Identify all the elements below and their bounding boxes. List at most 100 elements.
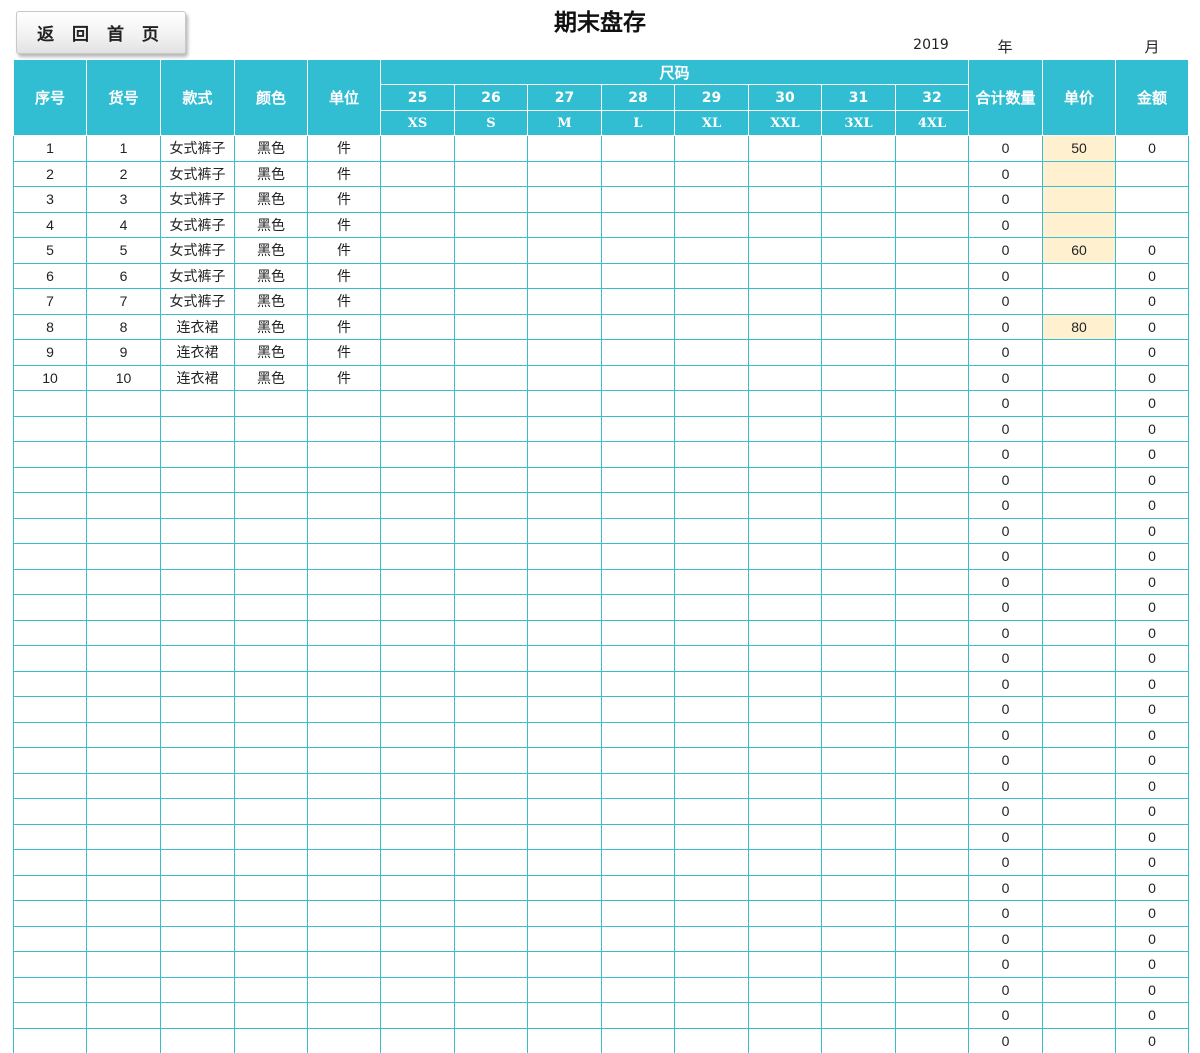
size-qty-cell[interactable]: [748, 823, 822, 850]
total-qty-cell[interactable]: 0: [968, 237, 1043, 264]
unit-price-cell[interactable]: [1042, 594, 1116, 621]
item-no-cell[interactable]: [86, 441, 161, 468]
color-cell[interactable]: 黑色: [234, 186, 308, 213]
unit-price-cell[interactable]: [1042, 951, 1116, 978]
size-qty-cell[interactable]: [454, 466, 528, 493]
size-qty-cell[interactable]: [454, 976, 528, 1003]
style-cell[interactable]: 女式裤子: [160, 135, 235, 162]
color-cell[interactable]: [234, 466, 308, 493]
size-qty-cell[interactable]: [380, 160, 455, 187]
amount-cell[interactable]: 0: [1115, 441, 1189, 468]
unit-cell[interactable]: [307, 543, 381, 570]
color-cell[interactable]: [234, 976, 308, 1003]
unit-price-cell[interactable]: [1042, 925, 1116, 952]
item-no-cell[interactable]: [86, 390, 161, 417]
amount-cell[interactable]: [1115, 211, 1189, 238]
size-qty-cell[interactable]: [895, 288, 969, 315]
size-qty-cell[interactable]: [527, 160, 602, 187]
seq-cell[interactable]: [13, 747, 87, 774]
size-qty-cell[interactable]: [821, 849, 896, 876]
size-qty-cell[interactable]: [895, 1027, 969, 1053]
color-cell[interactable]: [234, 1002, 308, 1029]
unit-cell[interactable]: [307, 1027, 381, 1053]
color-cell[interactable]: [234, 849, 308, 876]
size-qty-cell[interactable]: [674, 721, 749, 748]
color-cell[interactable]: [234, 543, 308, 570]
unit-cell[interactable]: 件: [307, 186, 381, 213]
amount-cell[interactable]: 0: [1115, 339, 1189, 366]
size-qty-cell[interactable]: [527, 466, 602, 493]
size-qty-cell[interactable]: [895, 492, 969, 519]
total-qty-cell[interactable]: 0: [968, 364, 1043, 391]
color-cell[interactable]: [234, 772, 308, 799]
seq-cell[interactable]: [13, 900, 87, 927]
unit-price-cell[interactable]: 50: [1042, 135, 1116, 162]
unit-price-cell[interactable]: [1042, 492, 1116, 519]
total-qty-cell[interactable]: 0: [968, 568, 1043, 595]
seq-cell[interactable]: 2: [13, 160, 87, 187]
unit-price-cell[interactable]: [1042, 900, 1116, 927]
size-qty-cell[interactable]: [674, 951, 749, 978]
total-qty-cell[interactable]: 0: [968, 925, 1043, 952]
size-qty-cell[interactable]: [821, 288, 896, 315]
style-cell[interactable]: 女式裤子: [160, 262, 235, 289]
style-cell[interactable]: [160, 390, 235, 417]
unit-cell[interactable]: [307, 670, 381, 697]
size-qty-cell[interactable]: [601, 900, 675, 927]
color-cell[interactable]: 黑色: [234, 160, 308, 187]
seq-cell[interactable]: [13, 568, 87, 595]
total-qty-cell[interactable]: 0: [968, 390, 1043, 417]
total-qty-cell[interactable]: 0: [968, 313, 1043, 340]
size-qty-cell[interactable]: [674, 798, 749, 825]
item-no-cell[interactable]: [86, 1027, 161, 1053]
unit-price-cell[interactable]: [1042, 415, 1116, 442]
size-qty-cell[interactable]: [895, 211, 969, 238]
size-qty-cell[interactable]: [454, 874, 528, 901]
seq-cell[interactable]: [13, 415, 87, 442]
size-qty-cell[interactable]: [821, 1027, 896, 1053]
unit-cell[interactable]: [307, 721, 381, 748]
size-qty-cell[interactable]: [454, 390, 528, 417]
unit-cell[interactable]: 件: [307, 364, 381, 391]
item-no-cell[interactable]: 7: [86, 288, 161, 315]
size-qty-cell[interactable]: [895, 262, 969, 289]
amount-cell[interactable]: 0: [1115, 390, 1189, 417]
size-qty-cell[interactable]: [895, 186, 969, 213]
unit-cell[interactable]: 件: [307, 237, 381, 264]
amount-cell[interactable]: 0: [1115, 619, 1189, 646]
total-qty-cell[interactable]: 0: [968, 721, 1043, 748]
size-qty-cell[interactable]: [527, 517, 602, 544]
seq-cell[interactable]: [13, 1002, 87, 1029]
color-cell[interactable]: [234, 492, 308, 519]
total-qty-cell[interactable]: 0: [968, 619, 1043, 646]
color-cell[interactable]: 黑色: [234, 211, 308, 238]
total-qty-cell[interactable]: 0: [968, 798, 1043, 825]
size-qty-cell[interactable]: [380, 900, 455, 927]
size-qty-cell[interactable]: [748, 492, 822, 519]
unit-cell[interactable]: [307, 441, 381, 468]
item-no-cell[interactable]: 2: [86, 160, 161, 187]
amount-cell[interactable]: 0: [1115, 849, 1189, 876]
item-no-cell[interactable]: [86, 721, 161, 748]
unit-price-cell[interactable]: [1042, 721, 1116, 748]
size-qty-cell[interactable]: [601, 568, 675, 595]
total-qty-cell[interactable]: 0: [968, 415, 1043, 442]
size-qty-cell[interactable]: [748, 874, 822, 901]
amount-cell[interactable]: 0: [1115, 874, 1189, 901]
size-qty-cell[interactable]: [821, 160, 896, 187]
size-qty-cell[interactable]: [380, 288, 455, 315]
size-qty-cell[interactable]: [454, 747, 528, 774]
size-qty-cell[interactable]: [601, 619, 675, 646]
color-cell[interactable]: [234, 415, 308, 442]
unit-cell[interactable]: [307, 976, 381, 1003]
size-qty-cell[interactable]: [380, 237, 455, 264]
size-qty-cell[interactable]: [527, 568, 602, 595]
color-cell[interactable]: 黑色: [234, 339, 308, 366]
size-qty-cell[interactable]: [674, 237, 749, 264]
size-qty-cell[interactable]: [527, 492, 602, 519]
size-qty-cell[interactable]: [601, 645, 675, 672]
color-cell[interactable]: [234, 568, 308, 595]
seq-cell[interactable]: [13, 849, 87, 876]
size-qty-cell[interactable]: [895, 951, 969, 978]
item-no-cell[interactable]: [86, 568, 161, 595]
